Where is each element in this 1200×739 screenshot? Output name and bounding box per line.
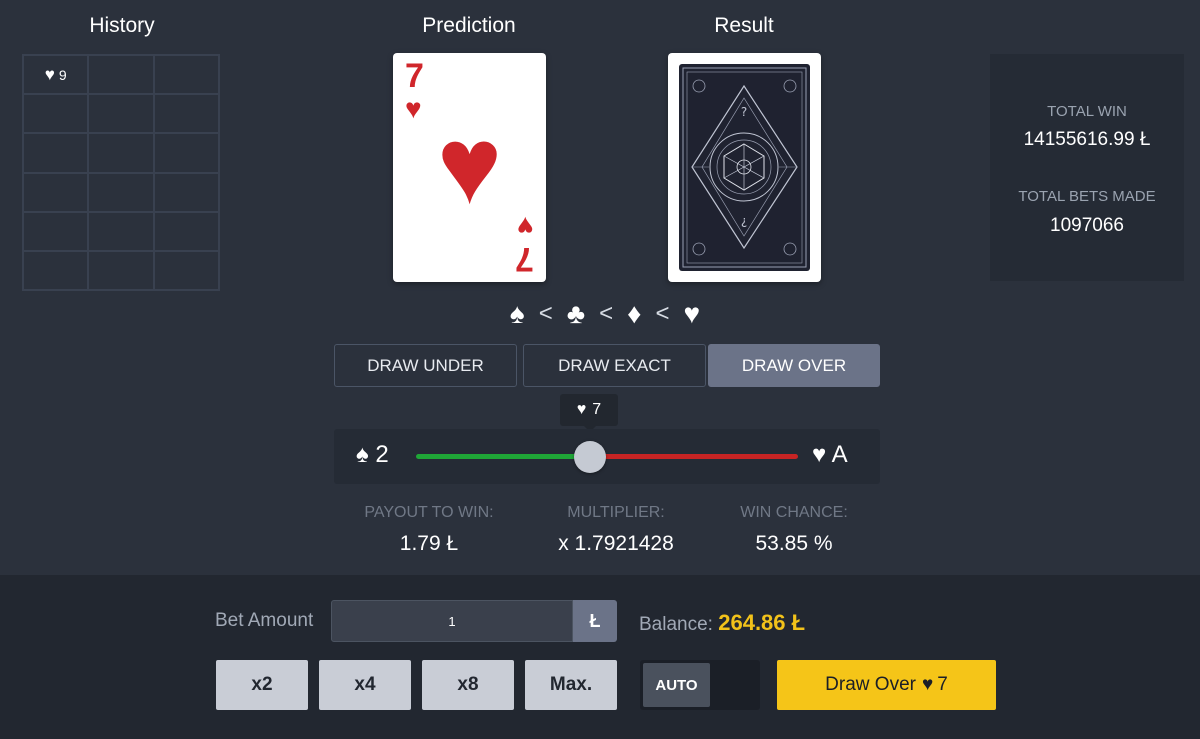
slider-min-value: 2 bbox=[375, 441, 389, 468]
total-win-value: 14155616.99 Ł bbox=[1023, 129, 1151, 150]
payout-value: 1.79 Ł bbox=[399, 532, 459, 555]
stats-panel: TOTAL WIN 14155616.99 Ł TOTAL BETS MADE … bbox=[990, 54, 1184, 281]
auto-toggle-label[interactable]: AUTO bbox=[643, 663, 710, 707]
history-cell bbox=[23, 250, 89, 290]
slider-track-under[interactable] bbox=[416, 454, 590, 459]
tooltip-value: 7 bbox=[592, 401, 602, 418]
card-rank-top: 7 bbox=[405, 57, 424, 95]
total-win-label: TOTAL WIN bbox=[1047, 103, 1127, 120]
history-cell bbox=[23, 211, 89, 251]
total-bets-label: TOTAL BETS MADE bbox=[1018, 188, 1156, 205]
card-rank-bottom: 7 bbox=[515, 240, 534, 278]
result-heading: Result bbox=[714, 14, 774, 37]
multiply-x2-button[interactable]: x2 bbox=[216, 660, 308, 710]
bet-amount-input[interactable] bbox=[331, 600, 573, 642]
multiplier-value: x 1.7921428 bbox=[558, 532, 674, 555]
slider-tooltip: ♥ 7 bbox=[560, 394, 618, 432]
history-cell bbox=[23, 133, 89, 173]
multiply-x4-button[interactable]: x4 bbox=[319, 660, 411, 710]
result-card: ? ? bbox=[668, 53, 821, 282]
heart-icon: ♥ bbox=[436, 104, 503, 227]
history-cell bbox=[153, 94, 219, 134]
history-cell bbox=[153, 211, 219, 251]
history-cell: ♥ 9 bbox=[23, 55, 89, 95]
spade-icon: ♠ bbox=[356, 441, 369, 468]
history-cell bbox=[153, 133, 219, 173]
history-cell bbox=[88, 250, 154, 290]
heart-icon: ♥ bbox=[44, 64, 55, 84]
history-cell-value: 9 bbox=[58, 66, 67, 83]
max-bet-button[interactable]: Max. bbox=[525, 660, 617, 710]
suit-ranking: ♠ < ♣ < ♦ < ♥ bbox=[470, 294, 740, 334]
history-cell bbox=[23, 94, 89, 134]
win-chance-label: WIN CHANCE: bbox=[740, 504, 848, 521]
history-cell bbox=[88, 172, 154, 212]
slider-max-value: A bbox=[831, 441, 848, 468]
slider-thumb[interactable] bbox=[574, 441, 606, 473]
card-back-icon: ? ? bbox=[682, 67, 807, 268]
draw-over-button[interactable]: DRAW OVER bbox=[708, 344, 880, 387]
action-value: 7 bbox=[937, 674, 948, 695]
history-cell bbox=[153, 55, 219, 95]
draw-over-action-button[interactable]: Draw Over ♥ 7 bbox=[777, 660, 996, 710]
history-cell bbox=[88, 94, 154, 134]
history-cell bbox=[88, 133, 154, 173]
less-than-separator: < bbox=[599, 300, 614, 327]
multiplier-label: MULTIPLIER: bbox=[567, 504, 665, 521]
total-bets-value: 1097066 bbox=[1050, 215, 1124, 236]
draw-under-button[interactable]: DRAW UNDER bbox=[334, 344, 517, 387]
club-icon: ♣ bbox=[566, 298, 586, 329]
diamond-icon: ♦ bbox=[627, 298, 642, 329]
heart-icon: ♥ bbox=[921, 674, 934, 695]
history-heading: History bbox=[89, 14, 155, 37]
history-cell bbox=[153, 172, 219, 212]
slider-min-label: ♠ 2 bbox=[356, 441, 389, 469]
history-grid: ♥ 9 bbox=[22, 54, 220, 291]
draw-exact-button[interactable]: DRAW EXACT bbox=[523, 344, 706, 387]
history-cell bbox=[88, 55, 154, 95]
prediction-card: 7 ♥ ♥ ♥ 7 bbox=[393, 53, 546, 282]
svg-text:?: ? bbox=[741, 215, 747, 229]
multiply-x8-button[interactable]: x8 bbox=[422, 660, 514, 710]
history-cell bbox=[88, 211, 154, 251]
less-than-separator: < bbox=[538, 300, 553, 327]
heart-icon: ♥ bbox=[576, 401, 587, 418]
heart-icon: ♥ bbox=[812, 441, 827, 468]
balance: Balance: 264.86 Ł bbox=[639, 610, 805, 636]
svg-text:?: ? bbox=[741, 105, 747, 119]
history-cell bbox=[23, 172, 89, 212]
action-label: Draw Over bbox=[825, 674, 916, 695]
payout-label: PAYOUT TO WIN: bbox=[364, 504, 494, 521]
heart-icon: ♥ bbox=[517, 211, 534, 242]
card-back-pattern: ? ? bbox=[679, 64, 810, 271]
spade-icon: ♠ bbox=[509, 298, 525, 329]
currency-icon: Ł bbox=[573, 600, 617, 642]
balance-value: 264.86 Ł bbox=[718, 610, 806, 635]
history-cell bbox=[153, 250, 219, 290]
heart-icon: ♥ bbox=[683, 298, 701, 329]
slider-track-over[interactable] bbox=[590, 454, 798, 459]
prediction-heading: Prediction bbox=[422, 14, 516, 37]
balance-label: Balance: bbox=[639, 614, 713, 635]
less-than-separator: < bbox=[655, 300, 670, 327]
slider-max-label: ♥ A bbox=[812, 441, 848, 469]
win-chance-value: 53.85 % bbox=[755, 532, 833, 555]
bet-amount-label: Bet Amount bbox=[215, 610, 314, 631]
